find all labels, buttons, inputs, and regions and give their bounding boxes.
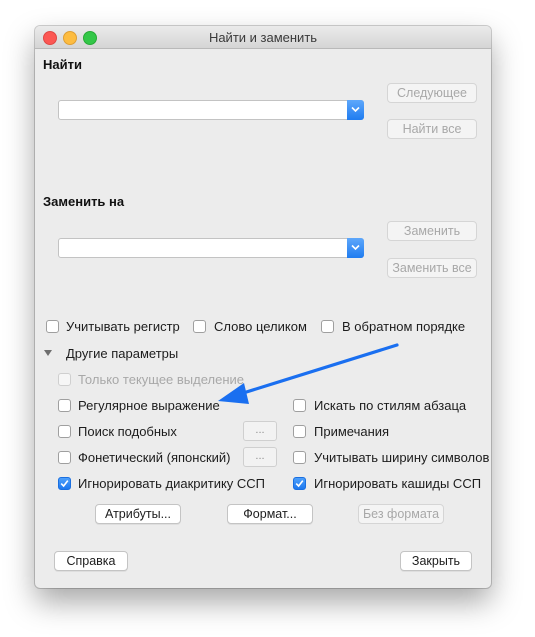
annotation-arrow-icon (218, 343, 399, 404)
